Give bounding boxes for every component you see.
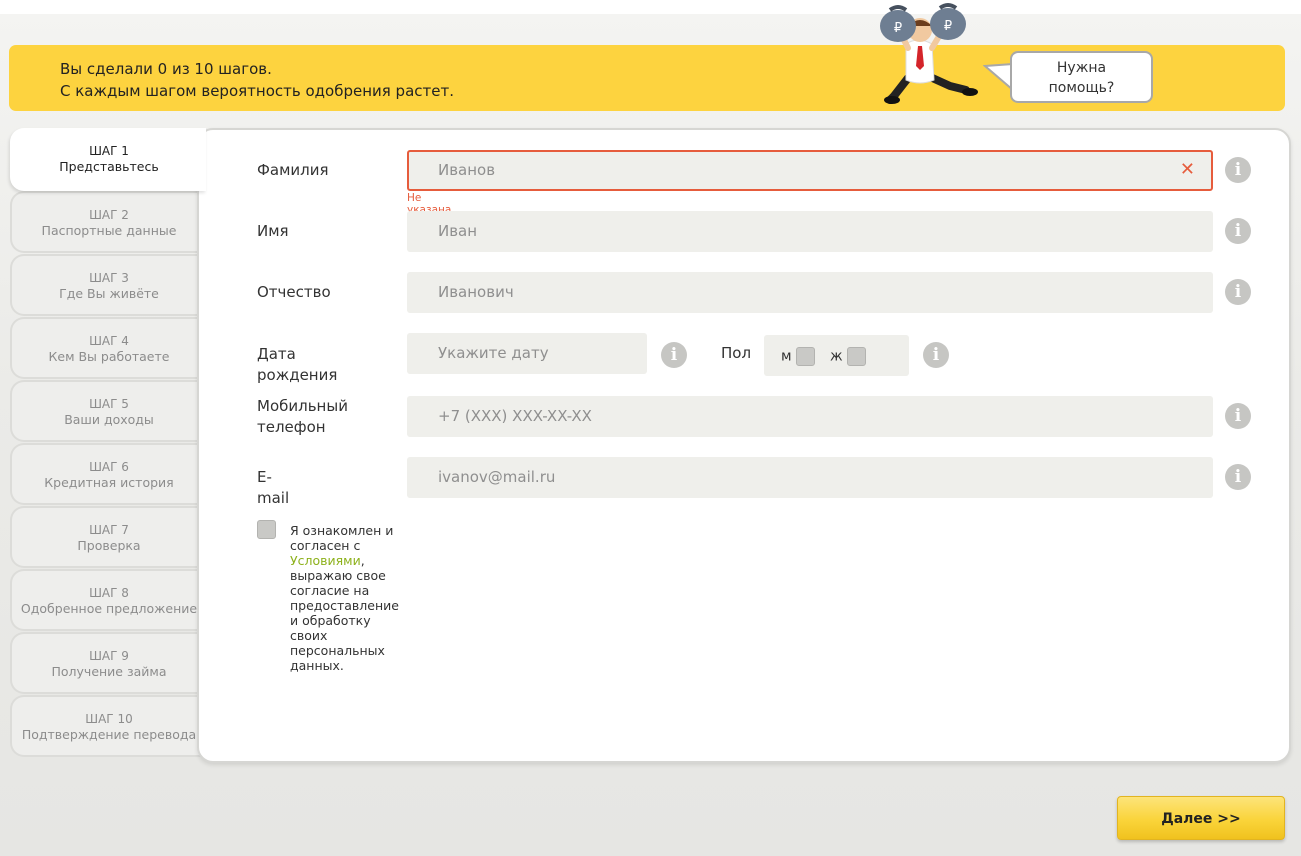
step-tab-7[interactable]: ШАГ 7 Проверка — [10, 506, 206, 568]
step-tab-9[interactable]: ШАГ 9 Получение займа — [10, 632, 206, 694]
step-tab-6[interactable]: ШАГ 6 Кредитная история — [10, 443, 206, 505]
consent-checkbox[interactable] — [257, 520, 276, 539]
consent-text: Я ознакомлен и согласен с Условиями, выр… — [290, 523, 399, 673]
email-placeholder: ivanov@mail.ru — [438, 468, 556, 486]
patronymic-placeholder: Иванович — [438, 283, 514, 301]
step-label: Кредитная история — [44, 475, 174, 490]
close-icon[interactable]: ✕ — [1180, 159, 1195, 181]
step-label: Где Вы живёте — [59, 286, 159, 301]
step-label: Проверка — [77, 538, 141, 553]
gender-male-checkbox[interactable] — [796, 347, 816, 366]
step-label: Паспортные данные — [41, 223, 177, 238]
step-label: Кем Вы работаете — [48, 349, 170, 364]
step-tab-10[interactable]: ШАГ 10 Подтверждение перевода — [10, 695, 206, 757]
step-tab-5[interactable]: ШАГ 5 Ваши доходы — [10, 380, 206, 442]
birthdate-input[interactable]: Укажите дату — [407, 333, 647, 374]
step-number: ШАГ 3 — [89, 271, 129, 285]
step-number: ШАГ 7 — [89, 523, 129, 537]
info-icon[interactable]: i — [1225, 464, 1251, 490]
step-label: Одобренное предложение — [20, 601, 198, 616]
patronymic-input[interactable]: Иванович — [407, 272, 1213, 313]
info-icon[interactable]: i — [1225, 403, 1251, 429]
phone-input[interactable]: +7 (XXX) XXX-XX-XX — [407, 396, 1213, 437]
step-tab-8[interactable]: ШАГ 8 Одобренное предложение — [10, 569, 206, 631]
svg-text:₽: ₽ — [894, 21, 902, 36]
progress-line-2: С каждым шагом вероятность одобрения рас… — [60, 82, 454, 100]
info-icon[interactable]: i — [1225, 157, 1251, 183]
name-input[interactable]: Иван — [407, 211, 1213, 252]
consent-text-after: , выражаю свое согласие на предоставлени… — [290, 553, 399, 673]
step-number: ШАГ 2 — [89, 208, 129, 222]
step-number: ШАГ 8 — [89, 586, 129, 600]
name-placeholder: Иван — [438, 222, 478, 240]
step-number: ШАГ 4 — [89, 334, 129, 348]
gender-female-label: ж — [830, 348, 843, 365]
top-strip — [0, 0, 1301, 14]
help-line-2: помощь? — [1048, 80, 1115, 96]
step-label: Представьтесь — [59, 159, 159, 174]
info-icon[interactable]: i — [1225, 279, 1251, 305]
help-button[interactable]: Нужна помощь? — [1010, 51, 1153, 103]
progress-text: Вы сделали 0 из 10 шагов. С каждым шагом… — [60, 58, 454, 102]
birthdate-placeholder: Укажите дату — [438, 344, 549, 362]
phone-label-line-2: телефон — [257, 418, 326, 436]
surname-input[interactable]: Иванов ✕ — [407, 150, 1213, 191]
step-number: ШАГ 6 — [89, 460, 129, 474]
step-label: Ваши доходы — [64, 412, 154, 427]
consent-text-before: Я ознакомлен и согласен с — [290, 523, 394, 553]
surname-placeholder: Иванов — [438, 161, 496, 179]
gender-male-label: м — [781, 348, 792, 365]
phone-placeholder: +7 (XXX) XXX-XX-XX — [438, 407, 592, 425]
gender-male-option[interactable]: м — [781, 347, 816, 366]
phone-label-line-1: Мобильный — [257, 397, 348, 415]
step-tab-4[interactable]: ШАГ 4 Кем Вы работаете — [10, 317, 206, 379]
info-icon[interactable]: i — [1225, 218, 1251, 244]
step-tab-2[interactable]: ШАГ 2 Паспортные данные — [10, 191, 206, 253]
step-tab-1[interactable]: ШАГ 1 Представьтесь — [10, 128, 206, 191]
gender-female-option[interactable]: ж — [830, 347, 867, 366]
terms-link[interactable]: Условиями — [290, 553, 361, 568]
phone-label: Мобильный телефон — [257, 396, 348, 438]
step-label: Подтверждение перевода — [21, 727, 197, 742]
step-number: ШАГ 9 — [89, 649, 129, 663]
step-label: Получение займа — [51, 664, 167, 679]
step-number: ШАГ 1 — [89, 144, 129, 158]
birthdate-label: Дата рождения — [257, 345, 338, 384]
patronymic-label: Отчество — [257, 283, 331, 301]
email-input[interactable]: ivanov@mail.ru — [407, 457, 1213, 498]
gender-selector: м ж — [764, 335, 909, 376]
gender-female-checkbox[interactable] — [847, 347, 867, 366]
info-icon[interactable]: i — [923, 342, 949, 368]
progress-line-1: Вы сделали 0 из 10 шагов. — [60, 60, 272, 78]
next-button[interactable]: Далее >> — [1117, 796, 1285, 840]
step-tab-3[interactable]: ШАГ 3 Где Вы живёте — [10, 254, 206, 316]
gender-label: Пол — [721, 344, 752, 362]
mascot-illustration: ₽ ₽ — [880, 3, 978, 104]
svg-text:₽: ₽ — [944, 19, 952, 34]
name-label: Имя — [257, 222, 289, 240]
email-label: E-mail — [257, 468, 290, 507]
help-line-1: Нужна — [1056, 60, 1107, 76]
step-number: ШАГ 5 — [89, 397, 129, 411]
step-number: ШАГ 10 — [85, 712, 133, 726]
surname-label: Фамилия — [257, 161, 329, 179]
info-icon[interactable]: i — [661, 342, 687, 368]
